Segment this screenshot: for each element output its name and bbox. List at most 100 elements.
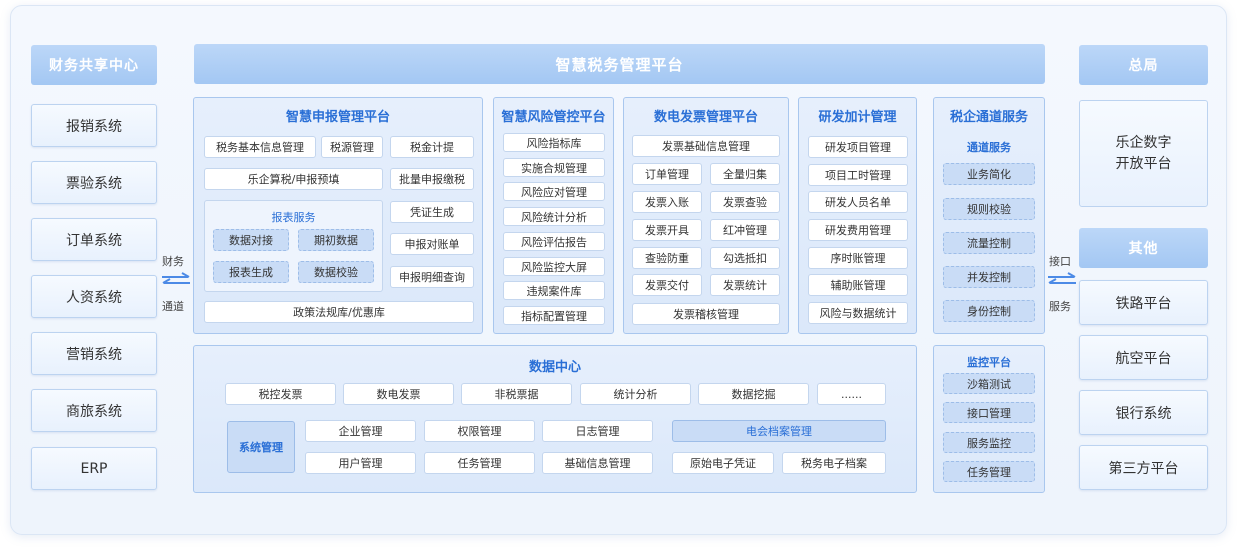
- invoice-grid-5: 红冲管理: [710, 219, 780, 241]
- open-platform-box: 乐企数字 开放平台: [1079, 100, 1208, 207]
- left-system-3: 人资系统: [31, 275, 157, 318]
- report-service-box: 报表服务 数据对接 期初数据 报表生成 数据校验: [204, 200, 383, 292]
- sys-mgmt-label: 系统管理: [227, 421, 295, 473]
- left-system-2: 订单系统: [31, 218, 157, 261]
- dc-mgmt-5: 基础信息管理: [542, 452, 653, 474]
- channel-subtitle: 通道服务: [967, 141, 1011, 154]
- invoice-grid-3: 发票查验: [710, 191, 780, 213]
- right-system-3: 第三方平台: [1079, 445, 1208, 490]
- invoice-grid-7: 勾选抵扣: [710, 247, 780, 269]
- dc-mgmt-4: 任务管理: [424, 452, 535, 474]
- channel-panel: 税企通道服务 通道服务 业务简化 规则校验 流量控制 并发控制 身份控制: [933, 97, 1045, 334]
- left-connector-bottom-label: 通道: [162, 300, 184, 313]
- decl-chip-detail-query: 申报明细查询: [390, 266, 474, 288]
- invoice-grid-1: 全量归集: [710, 163, 780, 185]
- monitor-item-0: 沙箱测试: [943, 373, 1035, 394]
- report-item-validate: 数据校验: [298, 261, 374, 283]
- dc-row1-2: 非税票据: [461, 383, 572, 405]
- left-system-6: ERP: [31, 447, 157, 490]
- report-item-initial-data: 期初数据: [298, 229, 374, 251]
- left-system-1: 票验系统: [31, 161, 157, 204]
- decl-chip-policy-lib: 政策法规库/优惠库: [204, 301, 474, 323]
- rd-item-5: 辅助账管理: [808, 274, 908, 296]
- invoice-grid-9: 发票统计: [710, 274, 780, 296]
- rd-item-0: 研发项目管理: [808, 136, 908, 158]
- invoice-title: 数电发票管理平台: [653, 110, 758, 125]
- report-item-data-connect: 数据对接: [213, 229, 289, 251]
- data-center-panel: 数据中心 税控发票 数电发票 非税票据 统计分析 数据挖掘 ...... 系统管…: [193, 345, 917, 493]
- rd-panel: 研发加计管理 研发项目管理 项目工时管理 研发人员名单 研发费用管理 序时账管理…: [798, 97, 917, 334]
- rd-item-3: 研发费用管理: [808, 219, 908, 241]
- decl-chip-tax-accrual: 税金计提: [390, 136, 474, 158]
- data-center-title: 数据中心: [528, 360, 581, 375]
- invoice-grid-6: 查验防重: [632, 247, 702, 269]
- smart-tax-platform-banner: 智慧税务管理平台: [194, 44, 1045, 84]
- dc-mgmt-1: 权限管理: [424, 420, 535, 442]
- bidirectional-arrow-icon: [1048, 272, 1076, 284]
- risk-item-7: 指标配置管理: [503, 306, 605, 325]
- declaration-panel: 智慧申报管理平台 税务基本信息管理 税源管理 税金计提 乐企算税/申报预填 批量…: [193, 97, 483, 334]
- decl-chip-batch-declare: 批量申报缴税: [390, 168, 474, 190]
- dc-row1-4: 数据挖掘: [698, 383, 809, 405]
- risk-item-3: 风险统计分析: [503, 207, 605, 226]
- monitor-item-2: 服务监控: [943, 432, 1035, 453]
- risk-item-4: 风险评估报告: [503, 232, 605, 251]
- right-connector-bottom-label: 服务: [1049, 300, 1071, 313]
- risk-item-0: 风险指标库: [503, 133, 605, 152]
- monitor-panel: 监控平台 沙箱测试 接口管理 服务监控 任务管理: [933, 345, 1045, 493]
- open-platform-line1: 乐企数字: [1115, 134, 1172, 151]
- decl-chip-tax-basic: 税务基本信息管理: [204, 136, 316, 158]
- archive-title: 电会档案管理: [672, 420, 886, 442]
- dc-row1-3: 统计分析: [580, 383, 691, 405]
- channel-title: 税企通道服务: [949, 110, 1028, 125]
- invoice-panel: 数电发票管理平台 发票基础信息管理 订单管理 全量归集 发票入账 发票查验 发票…: [623, 97, 789, 334]
- report-item-generate: 报表生成: [213, 261, 289, 283]
- invoice-top-chip: 发票基础信息管理: [632, 135, 780, 157]
- channel-item-0: 业务简化: [943, 163, 1035, 185]
- dc-mgmt-0: 企业管理: [305, 420, 416, 442]
- report-service-title: 报表服务: [271, 211, 316, 224]
- open-platform-line2: 开放平台: [1115, 155, 1172, 172]
- channel-item-1: 规则校验: [943, 198, 1035, 220]
- dc-row1-5: ......: [817, 383, 886, 405]
- risk-item-1: 实施合规管理: [503, 158, 605, 177]
- dc-row1-1: 数电发票: [343, 383, 454, 405]
- monitor-title: 监控平台: [967, 356, 1011, 369]
- invoice-grid-0: 订单管理: [632, 163, 702, 185]
- risk-title: 智慧风险管控平台: [501, 110, 606, 125]
- left-connector-top-label: 财务: [162, 255, 184, 268]
- rd-item-2: 研发人员名单: [808, 191, 908, 213]
- archive-item-0: 原始电子凭证: [672, 452, 774, 474]
- left-system-0: 报销系统: [31, 104, 157, 147]
- channel-item-2: 流量控制: [943, 232, 1035, 254]
- rd-title: 研发加计管理: [818, 110, 897, 125]
- decl-chip-tax-source: 税源管理: [321, 136, 383, 158]
- rd-item-1: 项目工时管理: [808, 164, 908, 186]
- risk-item-5: 风险监控大屏: [503, 257, 605, 276]
- rd-item-4: 序时账管理: [808, 247, 908, 269]
- risk-item-6: 违规案件库: [503, 281, 605, 300]
- channel-item-4: 身份控制: [943, 300, 1035, 322]
- archive-item-1: 税务电子档案: [782, 452, 886, 474]
- risk-panel: 智慧风险管控平台 风险指标库 实施合规管理 风险应对管理 风险统计分析 风险评估…: [493, 97, 614, 334]
- risk-item-2: 风险应对管理: [503, 182, 605, 201]
- invoice-grid-8: 发票交付: [632, 274, 702, 296]
- right-system-1: 航空平台: [1079, 335, 1208, 380]
- dc-row1-0: 税控发票: [225, 383, 336, 405]
- other-header: 其他: [1079, 228, 1208, 268]
- left-system-5: 商旅系统: [31, 389, 157, 432]
- left-system-4: 营销系统: [31, 332, 157, 375]
- dc-mgmt-3: 用户管理: [305, 452, 416, 474]
- bidirectional-arrow-icon: [162, 272, 190, 284]
- right-system-0: 铁路平台: [1079, 280, 1208, 325]
- finance-center-header: 财务共享中心: [31, 45, 157, 85]
- monitor-item-3: 任务管理: [943, 461, 1035, 482]
- rd-item-6: 风险与数据统计: [808, 302, 908, 324]
- monitor-item-1: 接口管理: [943, 402, 1035, 423]
- dc-mgmt-2: 日志管理: [542, 420, 653, 442]
- decl-chip-voucher: 凭证生成: [390, 201, 474, 223]
- channel-item-3: 并发控制: [943, 266, 1035, 288]
- right-connector-top-label: 接口: [1049, 255, 1071, 268]
- right-system-2: 银行系统: [1079, 390, 1208, 435]
- decl-chip-reconcile: 申报对账单: [390, 233, 474, 255]
